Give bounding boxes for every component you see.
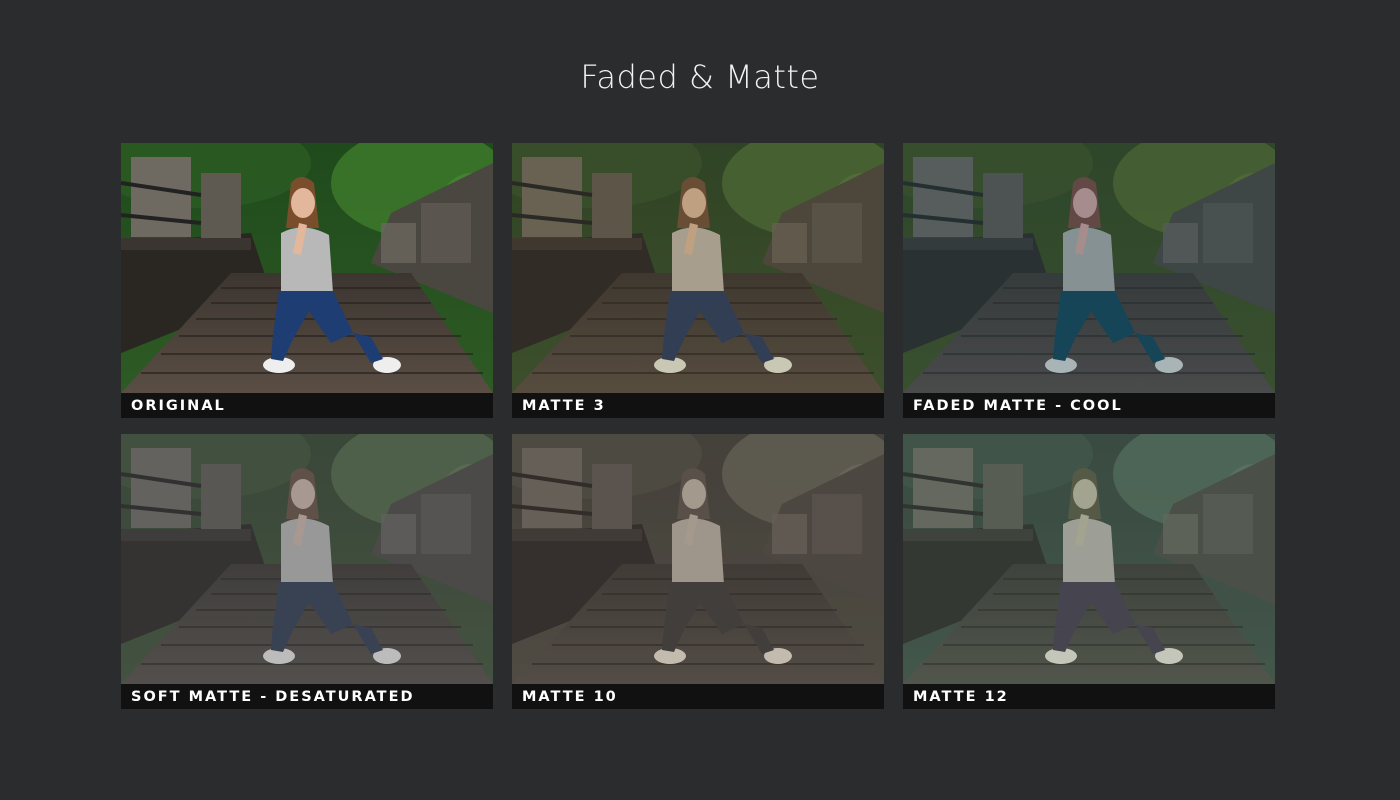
preset-card-matte-10[interactable]: MATTE 10 — [512, 434, 884, 709]
preset-label-bar: MATTE 10 — [512, 684, 884, 709]
preset-label: MATTE 3 — [522, 397, 606, 414]
preset-label: SOFT MATTE - DESATURATED — [131, 688, 415, 705]
preset-photo — [903, 434, 1275, 684]
preset-card-matte-3[interactable]: MATTE 3 — [512, 143, 884, 418]
preset-photo — [121, 434, 493, 684]
preset-label-bar: ORIGINAL — [121, 393, 493, 418]
preset-label: FADED MATTE - COOL — [913, 397, 1123, 414]
preset-card-matte-12[interactable]: MATTE 12 — [903, 434, 1275, 709]
preset-label: ORIGINAL — [131, 397, 226, 414]
preset-label: MATTE 12 — [913, 688, 1009, 705]
preset-label-bar: MATTE 12 — [903, 684, 1275, 709]
preset-label-bar: SOFT MATTE - DESATURATED — [121, 684, 493, 709]
preset-card-soft-matte-desaturated[interactable]: SOFT MATTE - DESATURATED — [121, 434, 493, 709]
preset-photo — [512, 143, 884, 393]
preset-label: MATTE 10 — [522, 688, 618, 705]
preset-card-faded-matte-cool[interactable]: FADED MATTE - COOL — [903, 143, 1275, 418]
preset-photo — [512, 434, 884, 684]
preset-label-bar: MATTE 3 — [512, 393, 884, 418]
preset-photo — [121, 143, 493, 393]
preset-card-original[interactable]: ORIGINAL — [121, 143, 493, 418]
page-title: Faded & Matte — [580, 58, 820, 96]
preset-grid: ORIGINAL MATTE 3 FADED MATTE - COOL SOFT… — [121, 143, 1275, 709]
preset-photo — [903, 143, 1275, 393]
preset-label-bar: FADED MATTE - COOL — [903, 393, 1275, 418]
